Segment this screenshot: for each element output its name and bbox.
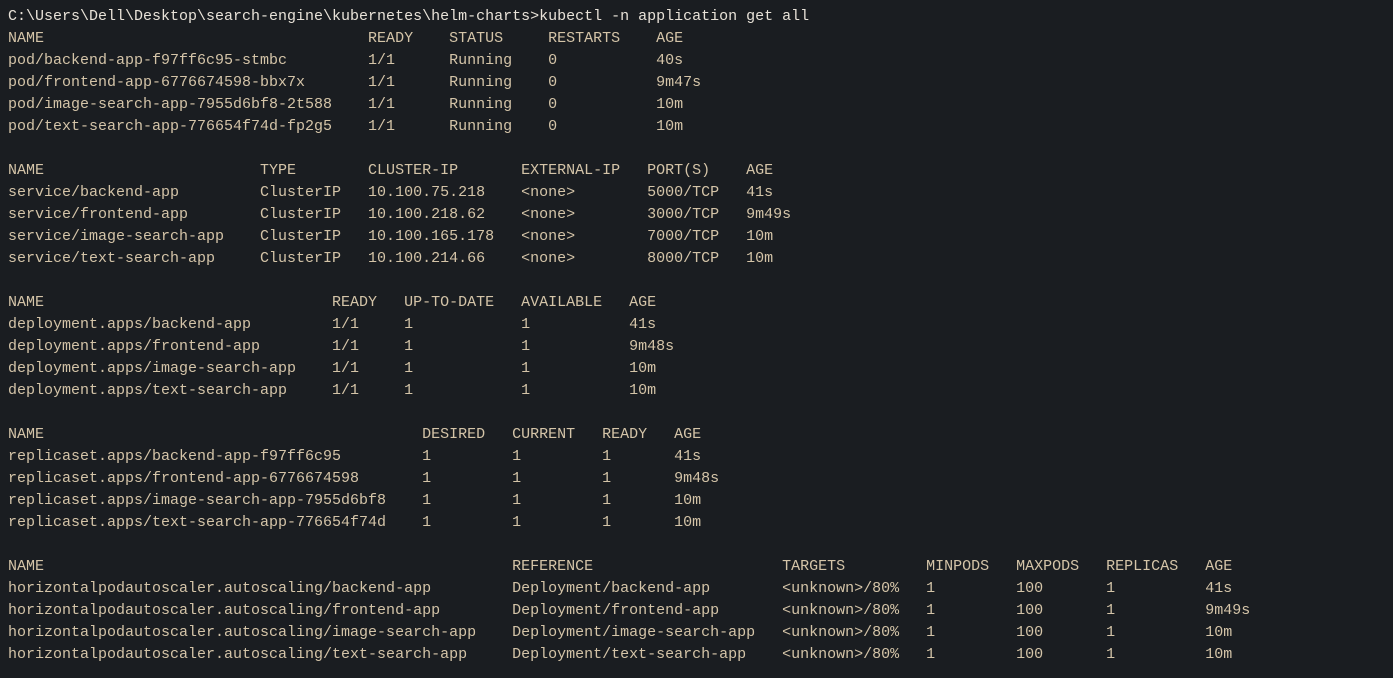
services-section: NAME TYPE CLUSTER-IP EXTERNAL-IP PORT(S)… bbox=[8, 162, 791, 267]
hpas-section: NAME REFERENCE TARGETS MINPODS MAXPODS R… bbox=[8, 558, 1250, 663]
table-header: NAME REFERENCE TARGETS MINPODS MAXPODS R… bbox=[8, 558, 1232, 575]
replicasets-section: NAME DESIRED CURRENT READY AGE replicase… bbox=[8, 426, 719, 531]
hpa-row: horizontalpodautoscaler.autoscaling/fron… bbox=[8, 602, 1250, 619]
deployment-row: deployment.apps/text-search-app 1/1 1 1 … bbox=[8, 382, 656, 399]
hpa-row: horizontalpodautoscaler.autoscaling/imag… bbox=[8, 624, 1232, 641]
prompt-path: C:\Users\Dell\Desktop\search-engine\kube… bbox=[8, 8, 539, 25]
table-header: NAME DESIRED CURRENT READY AGE bbox=[8, 426, 701, 443]
deployment-row: deployment.apps/backend-app 1/1 1 1 41s bbox=[8, 316, 656, 333]
service-row: service/image-search-app ClusterIP 10.10… bbox=[8, 228, 773, 245]
pod-row: pod/frontend-app-6776674598-bbx7x 1/1 Ru… bbox=[8, 74, 701, 91]
pod-row: pod/text-search-app-776654f74d-fp2g5 1/1… bbox=[8, 118, 683, 135]
table-header: NAME READY UP-TO-DATE AVAILABLE AGE bbox=[8, 294, 656, 311]
deployments-section: NAME READY UP-TO-DATE AVAILABLE AGE depl… bbox=[8, 294, 674, 399]
deployment-row: deployment.apps/frontend-app 1/1 1 1 9m4… bbox=[8, 338, 674, 355]
service-row: service/frontend-app ClusterIP 10.100.21… bbox=[8, 206, 791, 223]
replicaset-row: replicaset.apps/image-search-app-7955d6b… bbox=[8, 492, 701, 509]
table-header: NAME READY STATUS RESTARTS AGE bbox=[8, 30, 683, 47]
command-text: kubectl -n application get all bbox=[539, 8, 809, 25]
terminal-window[interactable]: C:\Users\Dell\Desktop\search-engine\kube… bbox=[0, 0, 1393, 672]
pod-row: pod/image-search-app-7955d6bf8-2t588 1/1… bbox=[8, 96, 683, 113]
hpa-row: horizontalpodautoscaler.autoscaling/text… bbox=[8, 646, 1232, 663]
service-row: service/backend-app ClusterIP 10.100.75.… bbox=[8, 184, 773, 201]
hpa-row: horizontalpodautoscaler.autoscaling/back… bbox=[8, 580, 1232, 597]
table-header: NAME TYPE CLUSTER-IP EXTERNAL-IP PORT(S)… bbox=[8, 162, 773, 179]
replicaset-row: replicaset.apps/backend-app-f97ff6c95 1 … bbox=[8, 448, 701, 465]
deployment-row: deployment.apps/image-search-app 1/1 1 1… bbox=[8, 360, 656, 377]
pod-row: pod/backend-app-f97ff6c95-stmbc 1/1 Runn… bbox=[8, 52, 683, 69]
service-row: service/text-search-app ClusterIP 10.100… bbox=[8, 250, 773, 267]
replicaset-row: replicaset.apps/text-search-app-776654f7… bbox=[8, 514, 701, 531]
pods-section: NAME READY STATUS RESTARTS AGE pod/backe… bbox=[8, 30, 701, 135]
replicaset-row: replicaset.apps/frontend-app-6776674598 … bbox=[8, 470, 719, 487]
